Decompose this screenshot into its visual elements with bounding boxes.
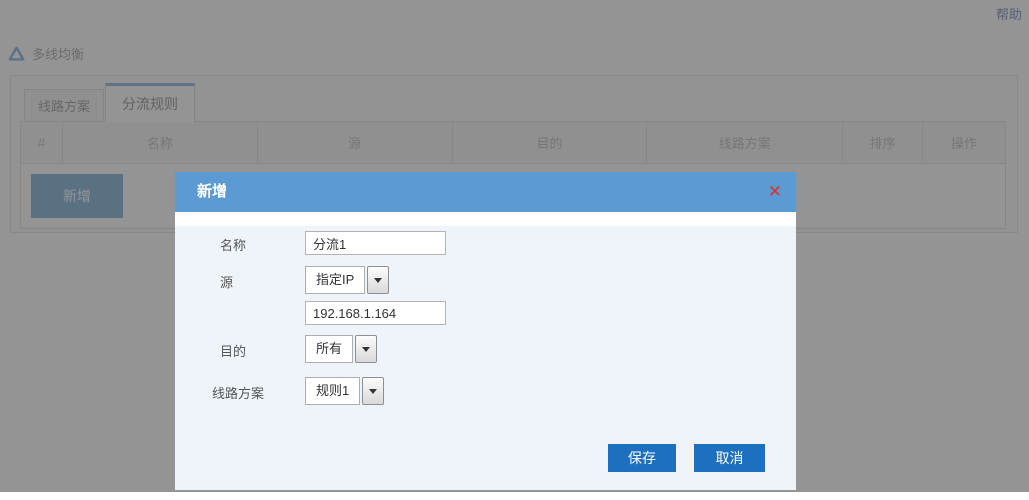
- dropdown-caret-icon[interactable]: [355, 335, 377, 363]
- name-input[interactable]: [305, 231, 446, 255]
- close-icon[interactable]: ✕: [768, 172, 782, 212]
- save-button[interactable]: 保存: [608, 444, 676, 472]
- destination-label: 目的: [220, 341, 246, 360]
- dropdown-caret-icon[interactable]: [362, 377, 384, 405]
- destination-select-value: 所有: [305, 335, 353, 363]
- source-select-value: 指定IP: [305, 266, 365, 294]
- line-scheme-select-value: 规则1: [305, 377, 360, 405]
- line-scheme-select[interactable]: 规则1: [305, 377, 384, 405]
- name-label: 名称: [220, 235, 246, 254]
- dialog-header: 新增 ✕: [175, 172, 796, 212]
- line-scheme-label: 线路方案: [212, 383, 264, 402]
- dropdown-caret-icon[interactable]: [367, 266, 389, 294]
- source-select[interactable]: 指定IP: [305, 266, 389, 294]
- source-ip-input[interactable]: [305, 301, 446, 325]
- destination-select[interactable]: 所有: [305, 335, 377, 363]
- source-label: 源: [220, 272, 233, 291]
- dialog-title: 新增: [175, 172, 796, 212]
- cancel-button[interactable]: 取消: [694, 444, 765, 472]
- add-rule-dialog: 新增 ✕ 名称 源 指定IP 目的 所有 线路方案 规则1 保存 取消: [175, 172, 796, 490]
